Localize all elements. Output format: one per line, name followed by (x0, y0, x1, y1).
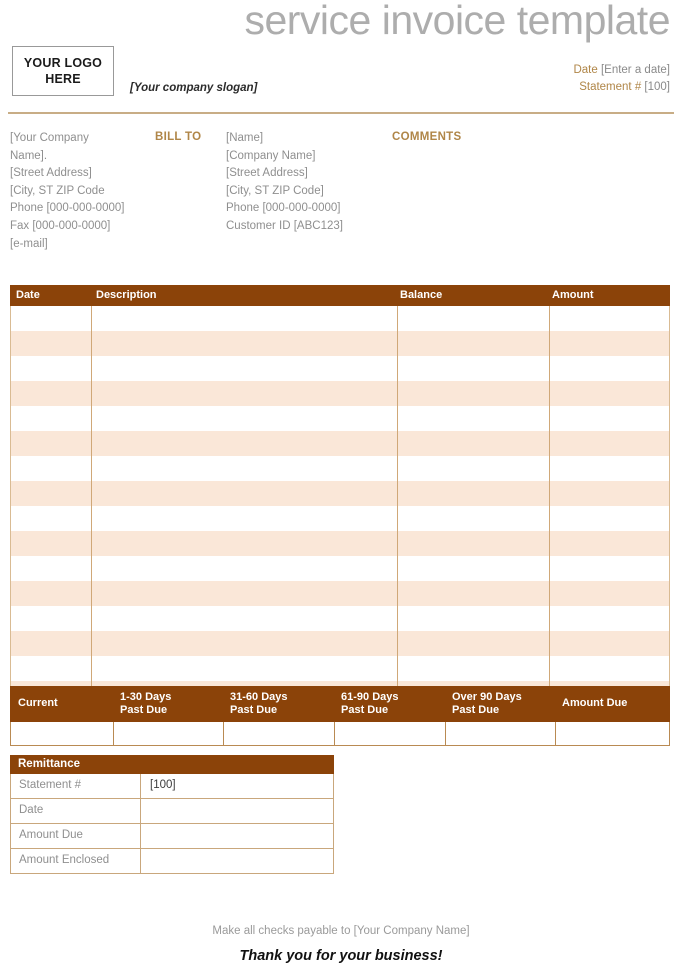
page-title: service invoice template (244, 0, 670, 43)
remittance-row: Amount Enclosed (10, 849, 334, 874)
thank-you-note: Thank you for your business! (239, 948, 443, 964)
aging-header-line: Over 90 Days (452, 691, 522, 703)
line-items-table: Date Description Balance Amount (10, 285, 670, 706)
aging-header-line: 61-90 Days (341, 691, 399, 703)
remittance-row-label: Date (11, 799, 141, 823)
remittance-title: Remittance (10, 755, 334, 774)
aging-column-divider (334, 722, 335, 745)
column-divider (397, 306, 398, 705)
aging-summary-table: Current 1-30 Days Past Due 31-60 Days Past D… (10, 686, 670, 746)
remittance-table: Remittance Statement # [100] Date Amount Du… (10, 755, 334, 874)
from-address-line: Phone [000-000-0000] (10, 202, 125, 215)
aging-summary-header-row: Current 1-30 Days Past Due 31-60 Days Past D… (10, 686, 670, 722)
aging-column-divider (223, 722, 224, 745)
invoice-meta: Date [Enter a date] Statement # [100] (573, 62, 670, 96)
table-row[interactable] (11, 581, 669, 606)
table-row[interactable] (11, 481, 669, 506)
statement-number-value[interactable]: [100] (644, 81, 670, 93)
table-row[interactable] (11, 306, 669, 331)
aging-column-header: Amount Due (562, 697, 627, 710)
table-row[interactable] (11, 506, 669, 531)
column-header-amount[interactable]: Amount (552, 289, 594, 301)
column-header-balance[interactable]: Balance (400, 289, 442, 301)
aging-header-line: Past Due (230, 704, 278, 716)
aging-column-header: 31-60 Days Past Due (230, 691, 288, 717)
line-items-body[interactable] (10, 306, 670, 706)
logo-line-1: YOUR LOGO (23, 56, 103, 70)
bill-to-address-line: Customer ID [ABC123] (226, 219, 343, 232)
table-row[interactable] (11, 656, 669, 681)
bill-to-address-line: [Name] (226, 132, 264, 144)
remittance-row-label: Amount Enclosed (11, 849, 141, 873)
bill-to-address-block[interactable]: [Name] [Company Name] [Street Address] [Cit… (226, 130, 343, 236)
column-divider (549, 306, 550, 705)
from-address-line: [Your Company (10, 132, 89, 144)
aging-header-line: Past Due (452, 704, 500, 716)
aging-column-header: Current (18, 697, 58, 710)
aging-header-line: 31-60 Days (230, 691, 288, 703)
comments-label: COMMENTS (392, 131, 462, 143)
bill-to-address-line: [Company Name] (226, 149, 316, 162)
column-divider (91, 306, 92, 705)
aging-column-header: 1-30 Days Past Due (120, 691, 171, 717)
company-slogan[interactable]: [Your company slogan] (130, 82, 257, 94)
aging-column-divider (555, 722, 556, 745)
bill-to-address-line: [City, ST ZIP Code] (226, 184, 324, 197)
meta-statement-row: Statement # [100] (573, 79, 670, 96)
bill-to-address-line: Phone [000-000-0000] (226, 202, 341, 215)
aging-column-divider (113, 722, 114, 745)
header-divider (8, 112, 674, 114)
table-row[interactable] (11, 606, 669, 631)
from-address-line: Name]. (10, 149, 48, 162)
table-row[interactable] (11, 631, 669, 656)
table-row[interactable] (11, 381, 669, 406)
aging-column-header: 61-90 Days Past Due (341, 691, 399, 717)
remittance-row-value[interactable] (141, 824, 333, 848)
aging-summary-value-row[interactable] (10, 722, 670, 746)
table-row[interactable] (11, 331, 669, 356)
remittance-row-label: Statement # (11, 774, 141, 798)
aging-column-divider (445, 722, 446, 745)
remittance-row: Amount Due (10, 824, 334, 849)
table-row[interactable] (11, 531, 669, 556)
table-row[interactable] (11, 556, 669, 581)
remittance-row-label: Amount Due (11, 824, 141, 848)
statement-number-label: Statement # (579, 81, 642, 93)
column-header-date[interactable]: Date (16, 289, 40, 301)
invoice-page: service invoice template YOUR LOGO HERE … (0, 0, 682, 970)
date-value[interactable]: [Enter a date] (601, 64, 670, 76)
table-row[interactable] (11, 456, 669, 481)
column-header-description[interactable]: Description (96, 289, 157, 301)
from-address-line: [e-mail] (10, 237, 48, 250)
aging-header-line: Current (18, 697, 58, 709)
aging-header-line: Amount Due (562, 697, 628, 709)
aging-column-header: Over 90 Days Past Due (452, 691, 522, 717)
logo-placeholder[interactable]: YOUR LOGO HERE (12, 46, 114, 96)
table-row[interactable] (11, 406, 669, 431)
meta-date-row: Date [Enter a date] (573, 62, 670, 79)
logo-line-2: HERE (45, 72, 81, 86)
bill-to-address-line: [Street Address] (226, 167, 308, 180)
remittance-row-value[interactable]: [100] (141, 774, 333, 798)
remittance-row-value[interactable] (141, 799, 333, 823)
aging-header-line: Past Due (341, 704, 389, 716)
date-label: Date (573, 64, 598, 76)
payable-note: Make all checks payable to [Your Company… (212, 925, 470, 937)
remittance-row: Statement # [100] (10, 774, 334, 799)
remittance-row: Date (10, 799, 334, 824)
line-items-header-row: Date Description Balance Amount (10, 285, 670, 306)
remittance-row-value[interactable] (141, 849, 333, 873)
from-address-block[interactable]: [Your Company Name]. [Street Address] [City… (10, 130, 124, 253)
bill-to-label: BILL TO (155, 131, 202, 143)
table-row[interactable] (11, 431, 669, 456)
aging-header-line: 1-30 Days (120, 691, 172, 703)
table-row[interactable] (11, 356, 669, 381)
remittance-rows: Statement # [100] Date Amount Due Amount Enc… (10, 774, 334, 874)
from-address-line: [Street Address] (10, 167, 92, 180)
from-address-line: [City, ST ZIP Code (10, 184, 105, 197)
aging-header-line: Past Due (120, 704, 168, 716)
from-address-line: Fax [000-000-0000] (10, 219, 111, 232)
